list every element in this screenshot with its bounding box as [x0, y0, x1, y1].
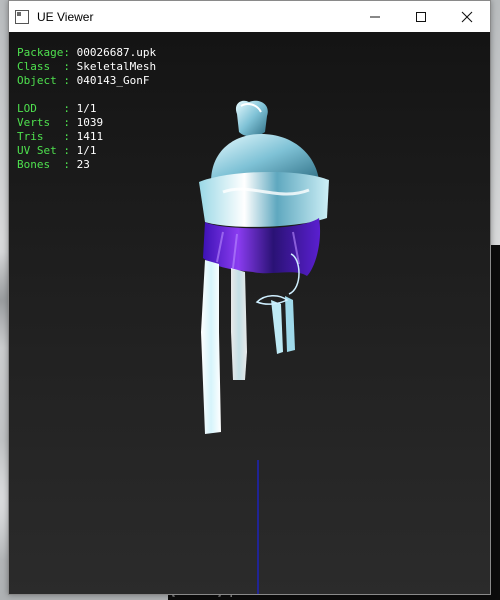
right-ribbon-2: [285, 296, 295, 352]
maximize-button[interactable]: [398, 1, 444, 32]
info-row-package: Package: 00026687.upk: [17, 46, 156, 60]
info-row-tris: Tris : 1411: [17, 130, 156, 144]
title-bar[interactable]: UE Viewer: [9, 1, 490, 32]
info-row-object: Object : 040143_GonF: [17, 74, 156, 88]
3d-viewport[interactable]: Package: 00026687.upk Class : SkeletalMe…: [9, 32, 490, 594]
hat-knot: [235, 100, 268, 137]
minimize-button[interactable]: [352, 1, 398, 32]
info-value: SkeletalMesh: [76, 60, 157, 73]
window-title: UE Viewer: [37, 9, 94, 24]
maximize-icon: [416, 11, 426, 22]
info-key: UV Set :: [17, 144, 70, 157]
mesh-info-overlay: Package: 00026687.upk Class : SkeletalMe…: [17, 46, 156, 172]
info-value: 23: [76, 158, 90, 171]
info-key: LOD :: [17, 102, 70, 115]
info-value: 040143_GonF: [76, 74, 150, 87]
info-value: 1/1: [76, 102, 97, 115]
info-key: Bones :: [17, 158, 70, 171]
info-row-verts: Verts : 1039: [17, 116, 156, 130]
hat-band: [199, 171, 329, 227]
minimize-icon: [370, 16, 380, 17]
info-key: Package:: [17, 46, 70, 59]
left-ribbon: [201, 260, 221, 434]
info-value: 1039: [76, 116, 104, 129]
app-window-icon[interactable]: [15, 9, 29, 24]
info-value: 1411: [76, 130, 104, 143]
left-ribbon-2: [231, 268, 247, 380]
info-row-class: Class : SkeletalMesh: [17, 60, 156, 74]
info-key: Class :: [17, 60, 70, 73]
info-row-lod: LOD : 1/1: [17, 102, 156, 116]
close-icon: [461, 11, 473, 22]
info-row-bones: Bones : 23: [17, 158, 156, 172]
info-value: 00026687.upk: [76, 46, 157, 59]
info-value: 1/1: [76, 144, 97, 157]
right-ribbon: [271, 300, 283, 354]
info-row-uvset: UV Set : 1/1: [17, 144, 156, 158]
info-key: Verts :: [17, 116, 70, 129]
ue-viewer-window[interactable]: UE Viewer Package: 00026687.upk Class: …: [8, 0, 491, 595]
close-button[interactable]: [444, 1, 490, 32]
info-key: Tris :: [17, 130, 70, 143]
info-key: Object :: [17, 74, 70, 87]
